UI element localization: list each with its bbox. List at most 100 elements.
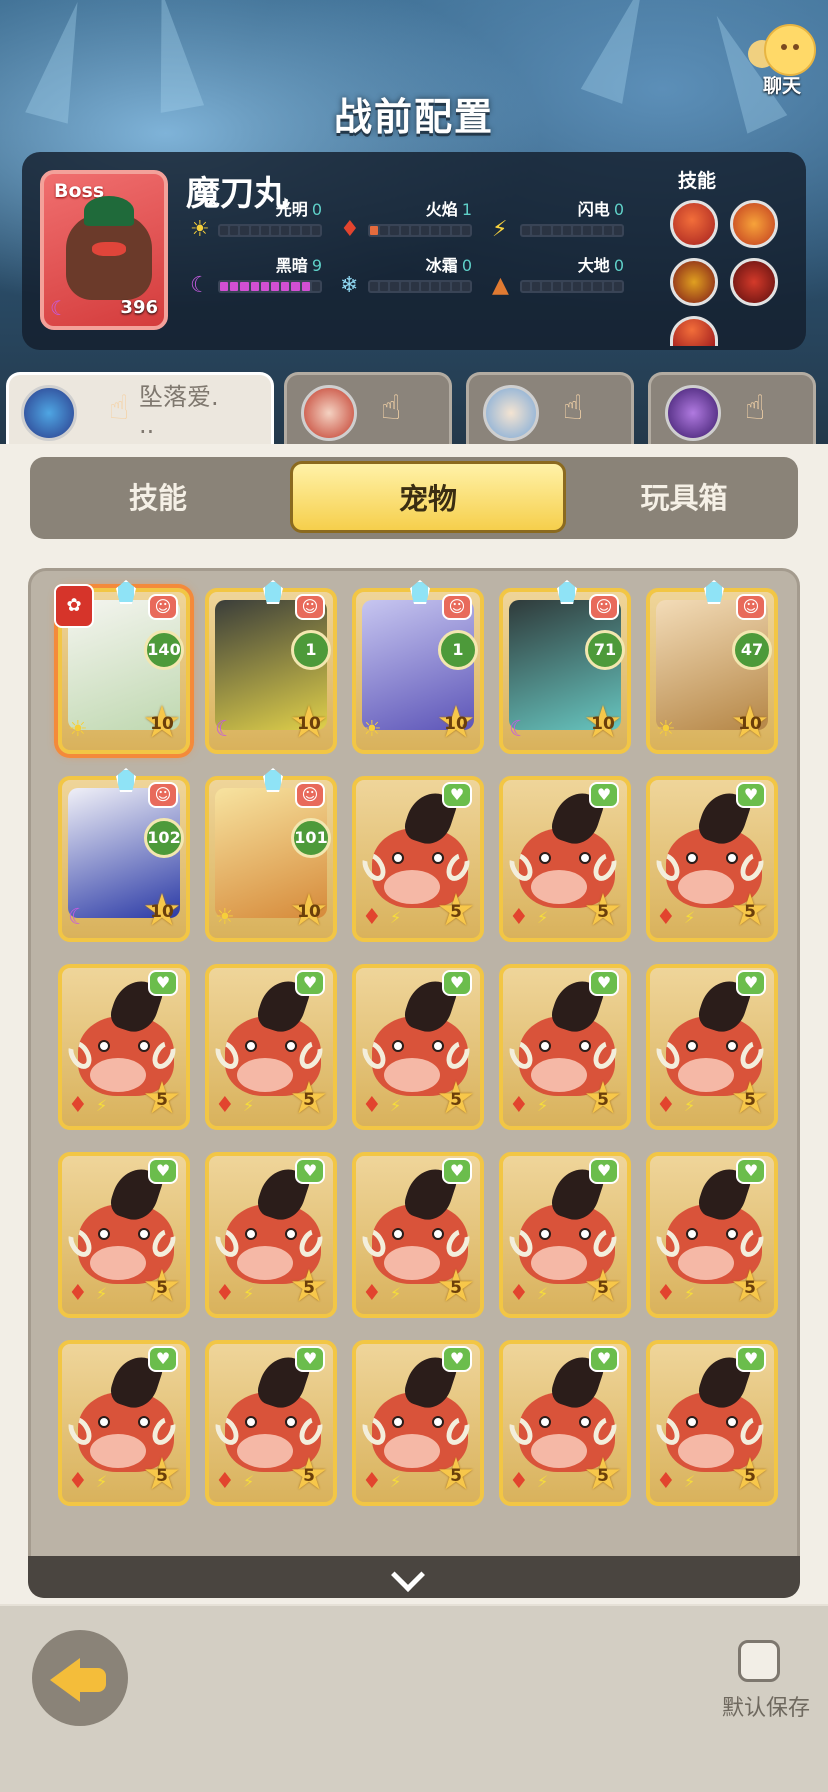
avatar bbox=[483, 385, 539, 441]
stat-label: 闪电 bbox=[577, 200, 610, 219]
player-tab[interactable]: ☝ bbox=[648, 372, 816, 444]
fire-icon: ♦ bbox=[340, 217, 360, 242]
pet-card[interactable]: ☺ 47 ★ 10 ☀ bbox=[646, 580, 778, 754]
chat-label: 聊天 bbox=[762, 75, 801, 97]
heart-badge-icon: ♥ bbox=[736, 1158, 766, 1184]
lightning-icon: ⚡ bbox=[96, 1284, 108, 1303]
tab-toybox[interactable]: 玩具箱 bbox=[570, 457, 798, 539]
chat-button[interactable]: 聊天 bbox=[742, 24, 822, 100]
pet-card[interactable]: ♥ ★ 5 ⚡ ♦ bbox=[499, 964, 631, 1130]
fire-icon: ♦ bbox=[509, 905, 529, 930]
boss-skill-icon[interactable] bbox=[670, 316, 718, 346]
pet-card[interactable]: ☺ 71 ★ 10 ☾ bbox=[499, 580, 631, 754]
dark-element-icon: ☾ bbox=[215, 717, 235, 742]
stat-label: 火焰 bbox=[425, 200, 458, 219]
pet-card[interactable]: ☺ 101 ★ 10 ☀ bbox=[205, 768, 337, 942]
fire-icon: ♦ bbox=[68, 1469, 88, 1494]
stat-bar bbox=[520, 224, 624, 237]
stat-bar bbox=[520, 280, 624, 293]
lightning-icon: ⚡ bbox=[390, 1284, 402, 1303]
boss-skill-icon[interactable] bbox=[670, 200, 718, 248]
heart-badge-icon: ♥ bbox=[442, 1346, 472, 1372]
star-rank-icon: ★ 5 bbox=[142, 1073, 182, 1124]
pet-star-value: 10 bbox=[150, 714, 174, 734]
star-rank-icon: ★ 5 bbox=[583, 1261, 623, 1312]
pet-card[interactable]: ♥ ★ 5 ⚡ ♦ bbox=[58, 1152, 190, 1318]
pet-card[interactable]: ♥ ★ 5 ⚡ ♦ bbox=[646, 964, 778, 1130]
player-tab[interactable]: ☝ bbox=[284, 372, 452, 444]
pet-star-value: 5 bbox=[450, 1090, 462, 1110]
heart-badge-icon: ♥ bbox=[736, 970, 766, 996]
lightning-icon: ⚡ bbox=[537, 1284, 549, 1303]
star-rank-icon: ★ 10 bbox=[289, 697, 329, 748]
pet-card[interactable]: ♥ ★ 5 ⚡ ♦ bbox=[58, 1340, 190, 1506]
star-rank-icon: ★ 5 bbox=[436, 885, 476, 936]
pet-card[interactable]: ♥ ★ 5 ⚡ ♦ bbox=[352, 964, 484, 1130]
pet-card[interactable]: ♥ ★ 5 ⚡ ♦ bbox=[352, 776, 484, 942]
fire-icon: ♦ bbox=[215, 1469, 235, 1494]
pet-star-value: 5 bbox=[156, 1090, 168, 1110]
star-rank-icon: ★ 5 bbox=[730, 885, 770, 936]
heart-badge-icon: ♥ bbox=[148, 1346, 178, 1372]
tab-skills[interactable]: 技能 bbox=[30, 457, 286, 539]
pet-card[interactable]: ♥ ★ 5 ⚡ ♦ bbox=[646, 1152, 778, 1318]
lightning-icon: ⚡ bbox=[684, 1284, 696, 1303]
player-name: 坠落爱. .. bbox=[139, 383, 219, 439]
heart-badge-icon: ♥ bbox=[589, 1346, 619, 1372]
lightning-icon: ⚡ bbox=[684, 908, 696, 927]
pet-card[interactable]: ♥ ★ 5 ⚡ ♦ bbox=[499, 1152, 631, 1318]
default-save-checkbox[interactable] bbox=[738, 1640, 780, 1682]
pet-card[interactable]: ♥ ★ 5 ⚡ ♦ bbox=[205, 1152, 337, 1318]
pet-card[interactable]: ♥ ★ 5 ⚡ ♦ bbox=[352, 1340, 484, 1506]
star-rank-icon: ★ 10 bbox=[583, 697, 623, 748]
star-rank-icon: ★ 10 bbox=[436, 697, 476, 748]
back-arrow-icon bbox=[76, 1668, 106, 1692]
pet-star-value: 5 bbox=[156, 1278, 168, 1298]
star-rank-icon: ★ 5 bbox=[583, 1449, 623, 1500]
pet-card[interactable]: ☺ 102 ★ 10 ☾ bbox=[58, 768, 190, 942]
player-tab[interactable]: ☝ bbox=[466, 372, 634, 444]
skills-label: 技能 bbox=[677, 170, 716, 192]
stat-value: 9 bbox=[311, 256, 322, 275]
pet-card[interactable]: ♥ ★ 5 ⚡ ♦ bbox=[352, 1152, 484, 1318]
lightning-icon: ⚡ bbox=[390, 908, 402, 927]
avatar bbox=[665, 385, 721, 441]
boss-skill-icon[interactable] bbox=[730, 200, 778, 248]
pet-card[interactable]: ♥ ★ 5 ⚡ ♦ bbox=[58, 964, 190, 1130]
light-element-icon: ☀ bbox=[656, 717, 676, 742]
pet-card[interactable]: ☺ 1 ★ 10 ☾ bbox=[205, 580, 337, 754]
fire-icon: ♦ bbox=[215, 1281, 235, 1306]
fire-icon: ♦ bbox=[215, 1093, 235, 1118]
star-rank-icon: ★ 5 bbox=[142, 1449, 182, 1500]
stat-bar bbox=[218, 224, 322, 237]
pet-level: 101 bbox=[291, 818, 331, 858]
pet-card[interactable]: ♥ ★ 5 ⚡ ♦ bbox=[646, 776, 778, 942]
boss-portrait[interactable]: Boss ☾ 396 bbox=[40, 170, 168, 330]
heart-badge-icon: ♥ bbox=[589, 970, 619, 996]
pet-card[interactable]: ♥ ★ 5 ⚡ ♦ bbox=[205, 1340, 337, 1506]
pet-level: 140 bbox=[144, 630, 184, 670]
tab-pets[interactable]: 宠物 bbox=[290, 461, 566, 533]
demon-badge-icon: ☺ bbox=[295, 782, 325, 808]
star-rank-icon: ★ 5 bbox=[289, 1261, 329, 1312]
boss-skill-icon[interactable] bbox=[730, 258, 778, 306]
star-rank-icon: ★ 5 bbox=[436, 1261, 476, 1312]
pet-star-value: 10 bbox=[591, 714, 615, 734]
fire-icon: ♦ bbox=[656, 1281, 676, 1306]
pet-card[interactable]: ♥ ★ 5 ⚡ ♦ bbox=[646, 1340, 778, 1506]
pet-card[interactable]: ♥ ★ 5 ⚡ ♦ bbox=[499, 1340, 631, 1506]
stat-dark: 黑暗 9 ☾ bbox=[190, 252, 340, 302]
pet-star-value: 5 bbox=[597, 1090, 609, 1110]
pet-card[interactable]: ☺ 1 ★ 10 ☀ bbox=[352, 580, 484, 754]
pet-card[interactable]: ♥ ★ 5 ⚡ ♦ bbox=[205, 964, 337, 1130]
lightning-icon: ⚡ bbox=[537, 908, 549, 927]
hand-icon: ☝ bbox=[380, 388, 402, 428]
pet-level: 71 bbox=[585, 630, 625, 670]
boss-skill-icon[interactable] bbox=[670, 258, 718, 306]
pet-card[interactable]: ♥ ★ 5 ⚡ ♦ bbox=[499, 776, 631, 942]
stat-bar bbox=[218, 280, 322, 293]
lightning-icon: ⚡ bbox=[96, 1472, 108, 1491]
star-rank-icon: ★ 5 bbox=[583, 885, 623, 936]
pet-card[interactable]: ☺ 140 ★ 10 ☀ ✿ bbox=[54, 580, 190, 754]
player-tab[interactable]: ☝ 坠落爱. .. bbox=[6, 372, 274, 444]
